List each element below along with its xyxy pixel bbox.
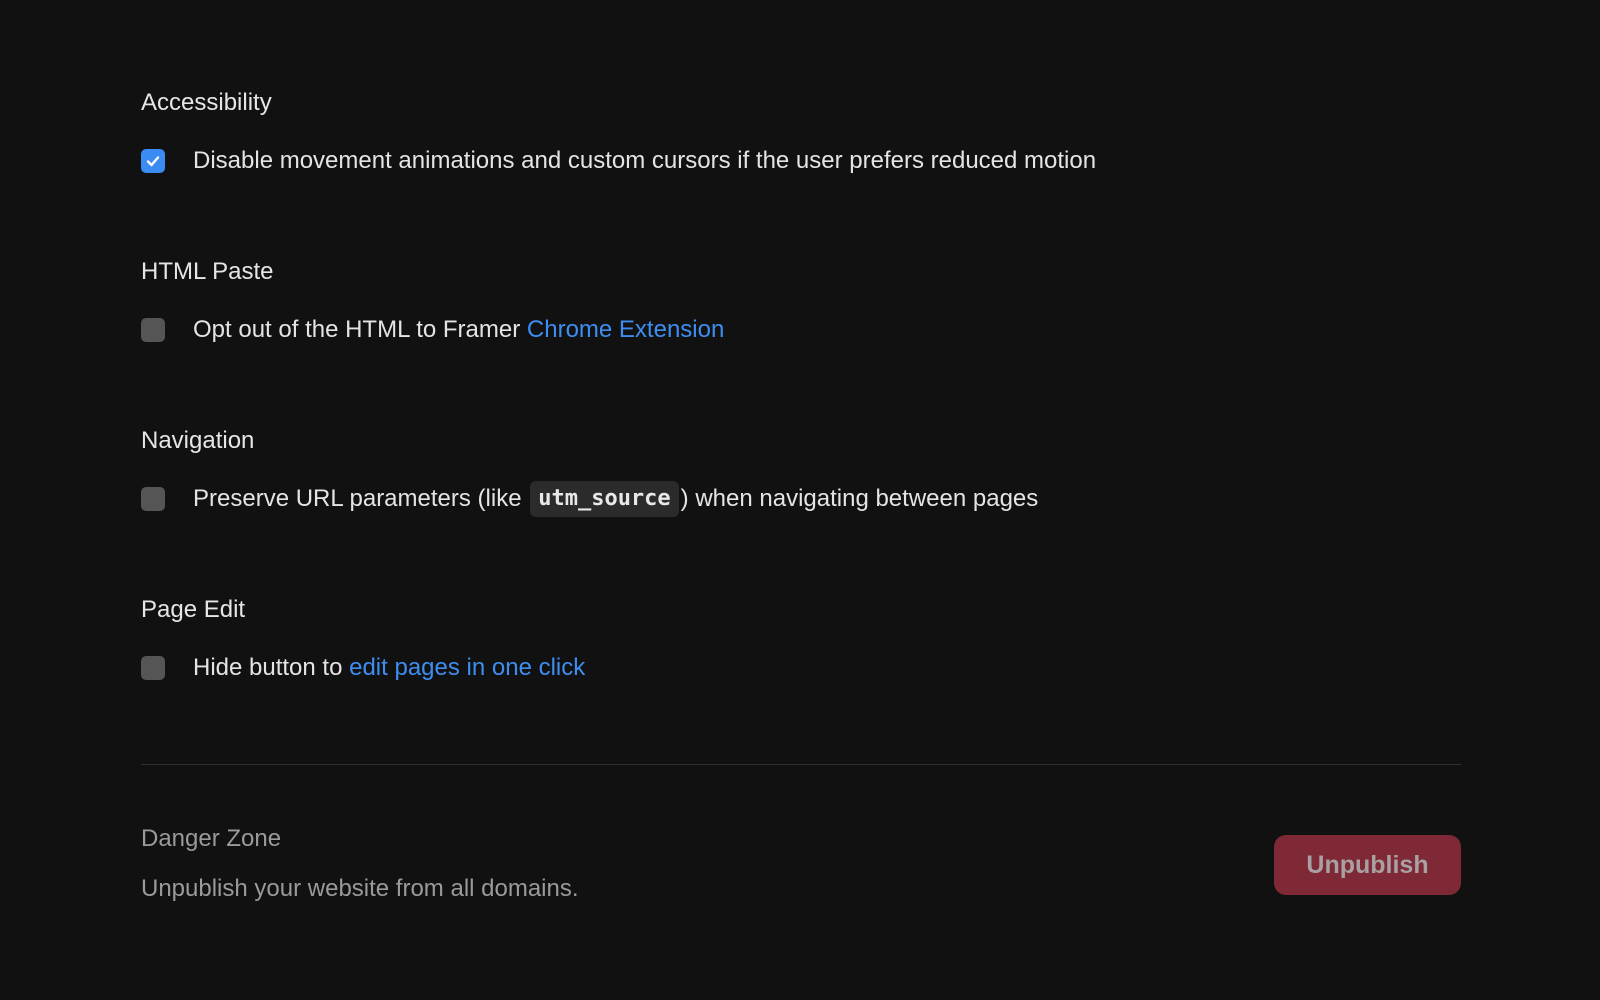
- section-title-accessibility: Accessibility: [141, 89, 272, 116]
- html-paste-label-text: Opt out of the HTML to Framer: [193, 316, 527, 343]
- preserve-url-params-checkbox[interactable]: [141, 487, 165, 511]
- preserve-url-params-text-after: ) when navigating between pages: [680, 485, 1039, 512]
- html-paste-checkbox[interactable]: [141, 318, 165, 342]
- checkmark-icon: [146, 156, 160, 167]
- divider: [141, 764, 1461, 765]
- utm-source-code: utm_source: [530, 481, 679, 517]
- section-title-page-edit: Page Edit: [141, 596, 246, 623]
- html-paste-label: Opt out of the HTML to Framer Chrome Ext…: [193, 315, 724, 345]
- preserve-url-params-text-before: Preserve URL parameters (like: [193, 485, 529, 512]
- settings-page: Accessibility Disable movement animation…: [0, 0, 1600, 1000]
- section-title-navigation: Navigation: [141, 427, 255, 454]
- option-html-paste-opt-out[interactable]: Opt out of the HTML to Framer Chrome Ext…: [141, 310, 724, 350]
- option-preserve-url-params[interactable]: Preserve URL parameters (like utm_source…: [141, 479, 1038, 519]
- section-title-html-paste: HTML Paste: [141, 258, 274, 285]
- option-hide-edit-button[interactable]: Hide button to edit pages in one click: [141, 648, 585, 688]
- danger-zone-title: Danger Zone: [141, 825, 282, 852]
- danger-zone-description: Unpublish your website from all domains.: [141, 875, 579, 902]
- preserve-url-params-label: Preserve URL parameters (like utm_source…: [193, 481, 1038, 517]
- reduced-motion-checkbox[interactable]: [141, 149, 165, 173]
- hide-edit-button-label: Hide button to edit pages in one click: [193, 653, 585, 683]
- chrome-extension-link[interactable]: Chrome Extension: [527, 315, 724, 345]
- unpublish-button[interactable]: Unpublish: [1274, 835, 1461, 895]
- option-reduced-motion[interactable]: Disable movement animations and custom c…: [141, 141, 1096, 181]
- hide-edit-button-text: Hide button to: [193, 654, 350, 681]
- edit-pages-link[interactable]: edit pages in one click: [349, 653, 585, 683]
- hide-edit-button-checkbox[interactable]: [141, 656, 165, 680]
- reduced-motion-label: Disable movement animations and custom c…: [193, 147, 1097, 174]
